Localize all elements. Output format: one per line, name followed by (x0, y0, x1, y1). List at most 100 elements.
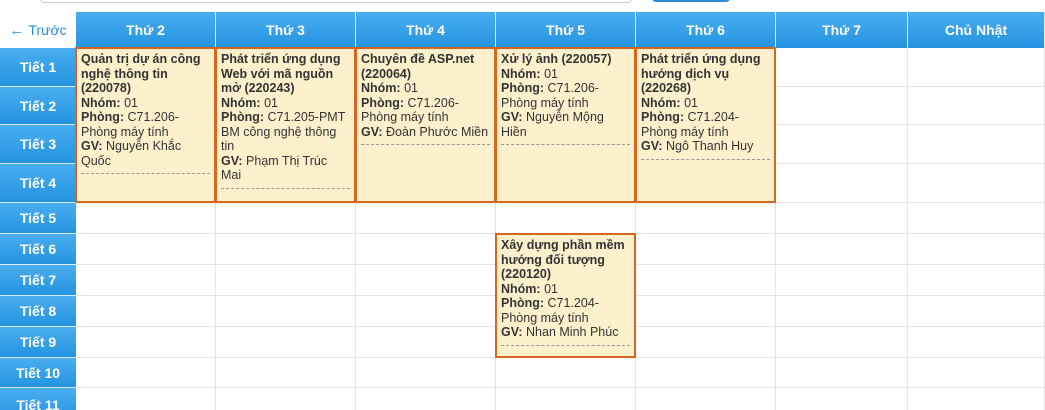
schedule-slot[interactable] (908, 296, 1045, 327)
schedule-slot[interactable] (776, 87, 908, 125)
schedule-slot[interactable] (356, 265, 496, 296)
period-label: Tiết 7 (0, 265, 76, 296)
schedule-slot[interactable] (76, 265, 216, 296)
schedule-slot[interactable] (776, 327, 908, 358)
schedule-slot[interactable] (908, 388, 1045, 410)
schedule-slot[interactable] (776, 164, 908, 203)
course-room: Phòng: C71.204-Phòng máy tính (501, 296, 630, 325)
course-teacher: GV: Nguyễn Khắc Quốc (81, 139, 210, 168)
course-group-value: 01 (684, 95, 698, 110)
schedule-slot[interactable] (76, 327, 216, 358)
course-group: Nhóm: 01 (221, 96, 350, 111)
schedule-slot[interactable] (356, 234, 496, 265)
schedule-slot[interactable] (636, 388, 776, 410)
schedule-slot[interactable] (76, 358, 216, 388)
course-separator (361, 144, 490, 145)
course-teacher: GV: Nhan Minh Phúc (501, 325, 630, 340)
schedule-slot[interactable] (908, 203, 1045, 234)
schedule-slot[interactable] (216, 358, 356, 388)
schedule-slot[interactable] (776, 203, 908, 234)
course-room: Phòng: C71.204-Phòng máy tính (641, 110, 770, 139)
schedule-slot[interactable] (908, 164, 1045, 203)
schedule-slot[interactable] (636, 358, 776, 388)
course-block[interactable]: Quản trị dự án công nghệ thông tin (2200… (75, 47, 216, 203)
course-separator (221, 187, 350, 189)
schedule-slot[interactable] (76, 203, 216, 234)
schedule-slot[interactable] (776, 125, 908, 164)
schedule-slot[interactable] (216, 265, 356, 296)
schedule-slot[interactable] (908, 125, 1045, 164)
schedule-slot[interactable] (356, 296, 496, 327)
course-teacher: GV: Phạm Thị Trúc Mai (221, 154, 350, 183)
schedule-slot[interactable] (76, 296, 216, 327)
course-group-label: Nhóm: (501, 281, 541, 296)
day-header: Thứ 3 (216, 12, 356, 48)
course-room-label: Phòng: (501, 296, 545, 310)
course-group: Nhóm: 01 (641, 96, 770, 111)
schedule-slot[interactable] (636, 296, 776, 327)
course-group: Nhóm: 01 (501, 67, 630, 82)
schedule-slot[interactable] (216, 203, 356, 234)
day-header: Thứ 6 (636, 12, 776, 48)
day-header: Thứ 2 (76, 12, 216, 48)
period-label: Tiết 4 (0, 164, 76, 203)
period-label: Tiết 10 (0, 358, 76, 388)
schedule-slot[interactable] (76, 388, 216, 410)
course-block[interactable]: Phát triển ứng dụng Web với mã nguồn mở … (215, 47, 356, 203)
course-teacher-value: Ngô Thanh Huy (666, 139, 754, 153)
schedule-slot[interactable] (356, 203, 496, 234)
course-block[interactable]: Xử lý ảnh (220057) Nhóm: 01 Phòng: C71.206… (495, 47, 636, 203)
course-room-label: Phòng: (641, 110, 685, 124)
schedule-slot[interactable] (908, 358, 1045, 388)
schedule-slot[interactable] (76, 234, 216, 265)
schedule-slot[interactable] (776, 265, 908, 296)
prev-week-button[interactable]: ← Trước (0, 12, 76, 48)
schedule-slot[interactable] (216, 296, 356, 327)
period-label: Tiết 1 (0, 48, 76, 87)
period-label: Tiết 8 (0, 296, 76, 327)
schedule-slot[interactable] (356, 358, 496, 388)
course-separator (81, 173, 210, 174)
schedule-slot[interactable] (216, 388, 356, 410)
schedule-slot[interactable] (216, 234, 356, 265)
course-title: Xây dựng phần mềm hướng đối tượng (22012… (501, 238, 625, 281)
schedule-slot[interactable] (356, 388, 496, 410)
search-input[interactable] (40, 0, 632, 3)
course-group: Nhóm: 01 (361, 81, 490, 96)
course-separator (501, 344, 630, 346)
schedule-slot[interactable] (776, 358, 908, 388)
schedule-slot[interactable] (636, 327, 776, 358)
schedule-slot[interactable] (356, 327, 496, 358)
schedule-slot[interactable] (496, 203, 636, 234)
schedule-slot[interactable] (908, 48, 1045, 87)
schedule-slot[interactable] (776, 296, 908, 327)
schedule-slot[interactable] (776, 48, 908, 87)
course-teacher-value: Nhan Minh Phúc (526, 325, 619, 339)
schedule-slot[interactable] (908, 87, 1045, 125)
schedule-slot[interactable] (496, 358, 636, 388)
course-block[interactable]: Phát triển ứng dụng hướng dịch vụ (22026… (635, 47, 776, 203)
search-button[interactable] (652, 0, 730, 2)
schedule-slot[interactable] (636, 203, 776, 234)
course-group-label: Nhóm: (221, 95, 261, 110)
schedule-slot[interactable] (636, 234, 776, 265)
course-group-label: Nhóm: (81, 95, 121, 110)
schedule-slot[interactable] (496, 388, 636, 410)
course-teacher-label: GV: (501, 110, 523, 124)
schedule-slot[interactable] (776, 388, 908, 410)
schedule-slot[interactable] (216, 327, 356, 358)
course-title: Xử lý ảnh (220057) (501, 52, 612, 66)
course-title: Chuyên đề ASP.net (220064) (361, 52, 475, 81)
course-block[interactable]: Chuyên đề ASP.net (220064) Nhóm: 01 Phòng:… (355, 47, 496, 203)
course-room: Phòng: C71.206-Phòng máy tính (501, 81, 630, 110)
schedule-slot[interactable] (908, 265, 1045, 296)
schedule-slot[interactable] (636, 265, 776, 296)
course-block[interactable]: Xây dựng phần mềm hướng đối tượng (22012… (495, 233, 636, 358)
course-room: Phòng: C71.206-Phòng máy tính (361, 96, 490, 125)
course-teacher-label: GV: (501, 325, 523, 339)
course-title: Phát triển ứng dụng Web với mã nguồn mở … (221, 52, 341, 95)
schedule-slot[interactable] (908, 234, 1045, 265)
schedule-slot[interactable] (908, 327, 1045, 358)
course-teacher-label: GV: (641, 139, 663, 153)
schedule-slot[interactable] (776, 234, 908, 265)
